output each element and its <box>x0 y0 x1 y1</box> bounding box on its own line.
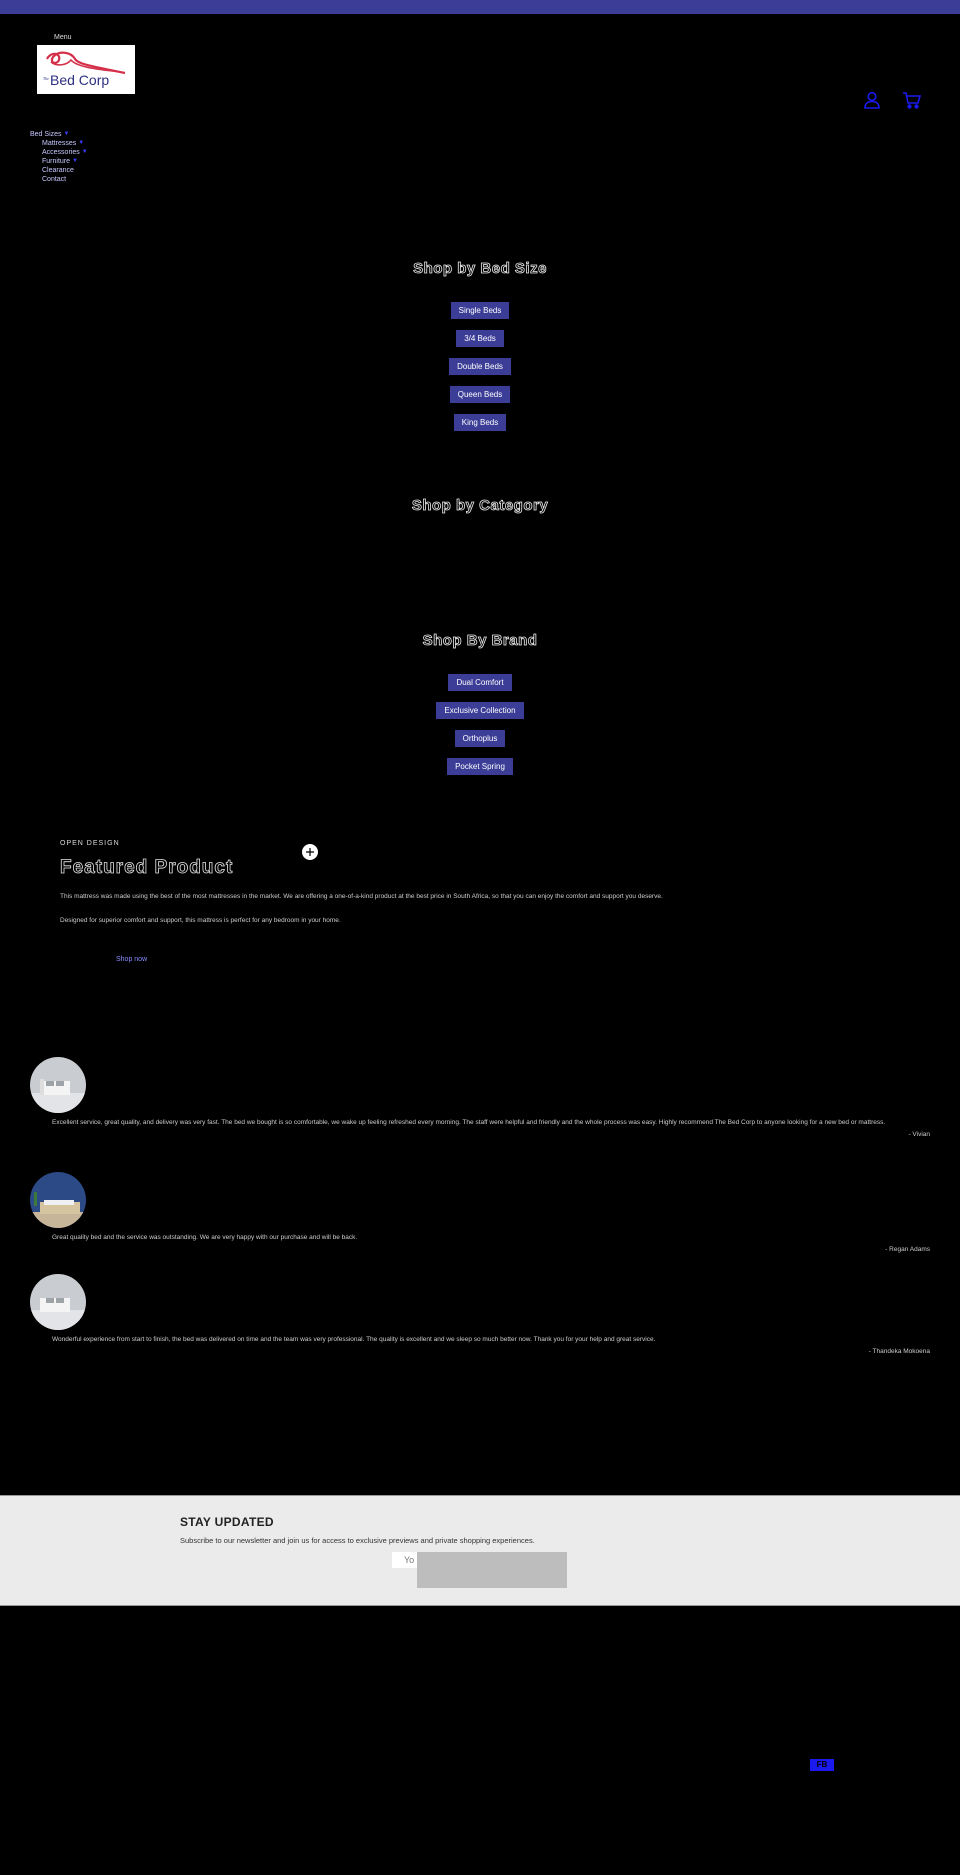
nav-item-mattresses[interactable]: Mattresses ▼ <box>30 139 88 148</box>
testimonial-author: - Vivian <box>908 1131 930 1138</box>
bed-size-title: Shop by Bed Size <box>413 260 547 278</box>
nav-item-accessories[interactable]: Accessories ▼ <box>30 148 88 157</box>
featured-paragraph: Designed for superior comfort and suppor… <box>60 917 341 924</box>
logo[interactable]: The Bed Corp <box>37 45 135 94</box>
featured-paragraph: This mattress was made using the best of… <box>60 893 663 900</box>
chevron-down-icon: ▼ <box>78 140 85 146</box>
plus-icon <box>306 848 314 856</box>
brand-title: Shop By Brand <box>422 632 538 650</box>
email-field[interactable] <box>392 1552 417 1568</box>
nav-item-furniture[interactable]: Furniture ▼ <box>30 157 88 166</box>
king-beds-button[interactable]: King Beds <box>453 414 507 431</box>
header-icons <box>862 90 922 110</box>
double-beds-button[interactable]: Double Beds <box>449 358 511 375</box>
expand-button[interactable] <box>302 844 318 860</box>
testimonial: Wonderful experience from start to finis… <box>30 1274 930 1355</box>
bed-photo-icon <box>30 1057 86 1113</box>
announcement-bar <box>0 0 960 14</box>
menu-label[interactable]: Menu <box>54 34 72 41</box>
nav-label: Furniture <box>42 158 71 165</box>
chevron-down-icon: ▼ <box>63 131 70 137</box>
nav-label: Mattresses <box>42 140 77 147</box>
featured-heading: Featured Product <box>60 857 234 879</box>
testimonial: Great quality bed and the service was ou… <box>30 1172 930 1253</box>
account-icon[interactable] <box>862 90 882 110</box>
footer-badge[interactable]: FB <box>810 1759 834 1771</box>
single-beds-button[interactable]: Single Beds <box>450 302 510 319</box>
newsletter-title: STAY UPDATED <box>180 1515 274 1529</box>
nav-item-contact[interactable]: Contact <box>30 175 88 184</box>
orthoplus-button[interactable]: Orthoplus <box>454 730 506 747</box>
queen-beds-button[interactable]: Queen Beds <box>449 386 511 403</box>
bed-size-buttons: Single Beds 3/4 Beds Double Beds Queen B… <box>0 302 960 431</box>
testimonial-quote: Wonderful experience from start to finis… <box>52 1336 656 1343</box>
svg-text:The: The <box>43 76 49 81</box>
main-nav: Bed Sizes ▼ Mattresses ▼ Accessories ▼ Furn… <box>30 130 88 184</box>
testimonial: Excellent service, great quality, and de… <box>30 1057 930 1138</box>
nav-label: Clearance <box>42 167 74 174</box>
testimonial-avatar <box>30 1057 86 1113</box>
nav-item-clearance[interactable]: Clearance <box>30 166 88 175</box>
newsletter-text: Subscribe to our newsletter and join us … <box>180 1536 535 1545</box>
testimonial-quote: Great quality bed and the service was ou… <box>52 1234 358 1241</box>
subscribe-button[interactable] <box>417 1552 567 1588</box>
three-quarter-beds-button[interactable]: 3/4 Beds <box>456 330 504 347</box>
exclusive-collection-button[interactable]: Exclusive Collection <box>436 702 524 719</box>
shop-now-link[interactable]: Shop now <box>116 956 147 963</box>
testimonial-author: - Regan Adams <box>885 1246 930 1253</box>
nav-label: Bed Sizes <box>30 131 62 138</box>
featured-eyebrow: OPEN DESIGN <box>60 840 120 847</box>
svg-text:Bed Corp: Bed Corp <box>50 72 109 88</box>
testimonial-avatar <box>30 1172 86 1228</box>
testimonial-quote: Excellent service, great quality, and de… <box>52 1119 886 1126</box>
bed-corp-logo-icon: The Bed Corp <box>43 51 126 88</box>
testimonial-author: - Thandeka Mokoena <box>868 1348 930 1355</box>
nav-label: Accessories <box>42 149 80 156</box>
dual-comfort-button[interactable]: Dual Comfort <box>448 674 512 691</box>
bed-photo-icon <box>30 1274 86 1330</box>
brand-buttons: Dual Comfort Exclusive Collection Orthop… <box>0 674 960 775</box>
pocket-spring-button[interactable]: Pocket Spring <box>447 758 513 775</box>
cart-icon[interactable] <box>902 90 922 110</box>
chevron-down-icon: ▼ <box>72 158 78 164</box>
featured-product: OPEN DESIGN Featured Product This mattre… <box>60 840 920 925</box>
bed-photo-icon <box>30 1172 86 1228</box>
category-title: Shop by Category <box>411 497 549 515</box>
nav-item-bed-sizes[interactable]: Bed Sizes ▼ <box>30 130 88 139</box>
nav-label: Contact <box>42 176 67 183</box>
chevron-down-icon: ▼ <box>81 149 88 155</box>
newsletter-section: STAY UPDATED Subscribe to our newsletter… <box>0 1495 960 1606</box>
testimonial-avatar <box>30 1274 86 1330</box>
